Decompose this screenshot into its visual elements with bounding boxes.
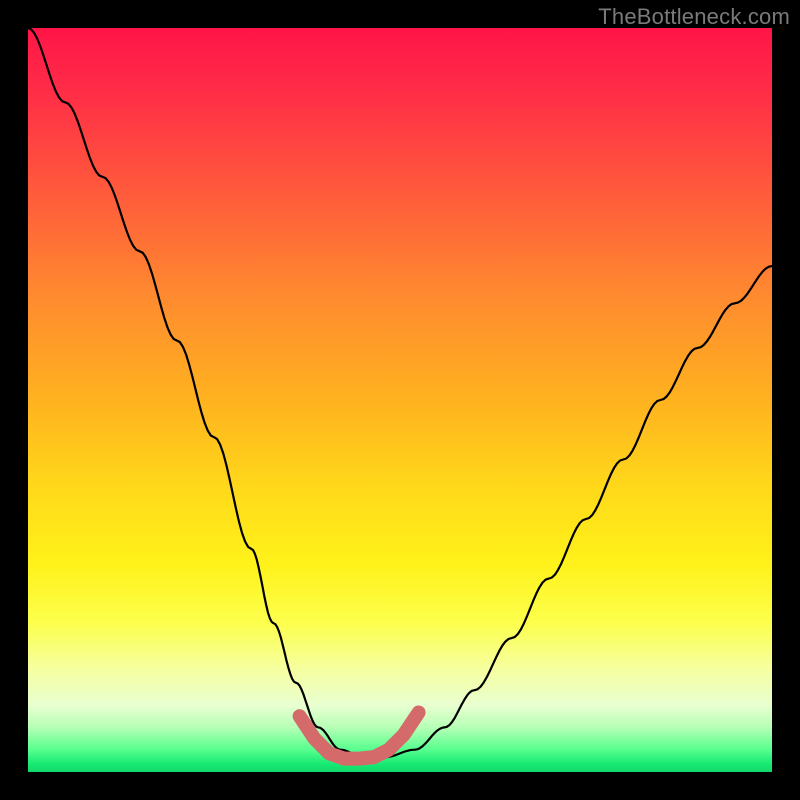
curve-svg [28, 28, 772, 772]
bottleneck-curve-path [28, 28, 772, 757]
sweet-spot-marker-path [300, 713, 419, 759]
chart-frame: TheBottleneck.com [0, 0, 800, 800]
plot-area [28, 28, 772, 772]
watermark-text: TheBottleneck.com [598, 4, 790, 30]
